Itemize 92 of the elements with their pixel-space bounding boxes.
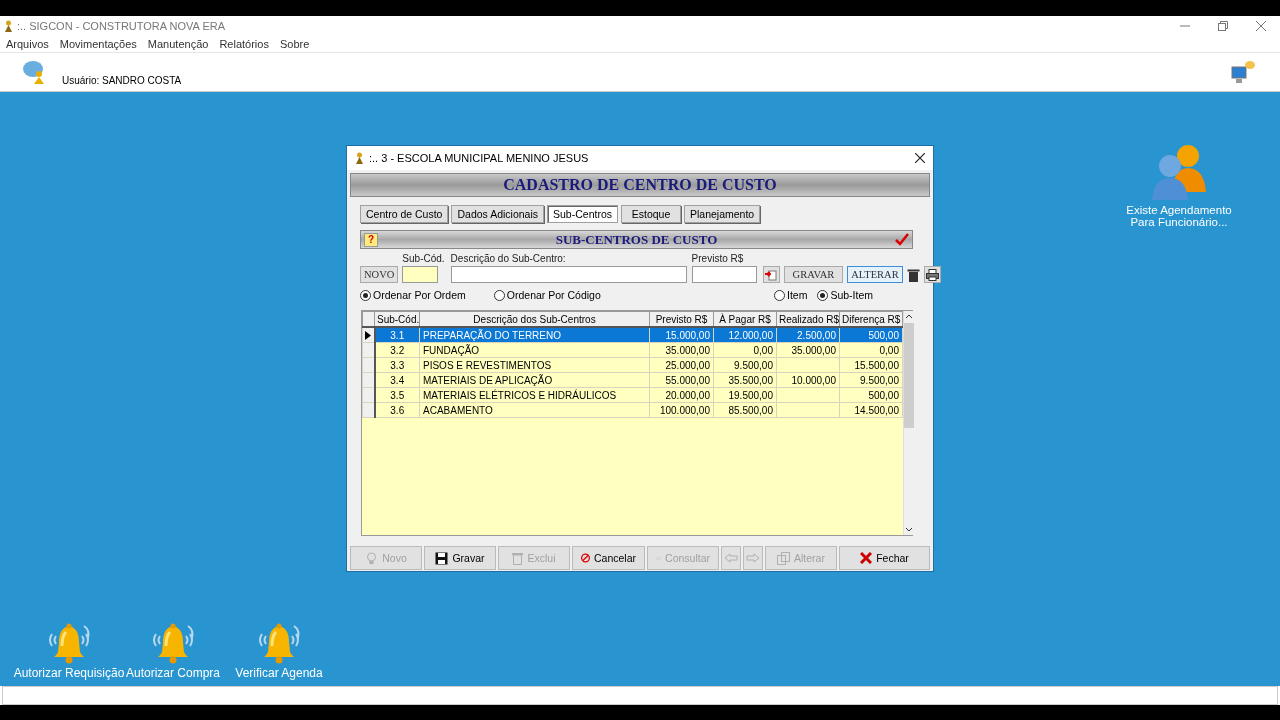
close-icon — [860, 552, 873, 564]
table-cell[interactable]: 3.2 — [374, 342, 420, 358]
checkmark-icon[interactable] — [895, 233, 909, 246]
arrow-right-icon — [746, 553, 760, 563]
monitor-chat-icon[interactable] — [1230, 59, 1256, 85]
field-label: Descrição do Sub-Centro: — [450, 253, 567, 264]
restore-icon[interactable] — [1218, 20, 1228, 31]
trash-icon[interactable] — [906, 268, 920, 283]
column-header[interactable]: À Pagar R$ — [713, 311, 777, 327]
table-cell[interactable]: 20.000,00 — [649, 387, 714, 403]
tab[interactable]: Sub-Centros — [547, 205, 618, 223]
tab[interactable]: Dados Adicionais — [451, 205, 545, 223]
import-icon — [765, 268, 778, 281]
table-cell[interactable]: 55.000,00 — [649, 372, 714, 388]
radio-label: Sub-Item — [830, 289, 873, 301]
menu-item[interactable]: Movimentações — [59, 37, 137, 50]
cancel-button[interactable]: Cancelar — [572, 546, 645, 570]
column-header[interactable]: Descrição dos Sub-Centros — [419, 311, 650, 327]
table-cell[interactable]: 19.500,00 — [713, 387, 777, 403]
printer-icon — [925, 268, 939, 281]
table-cell[interactable]: 35.500,00 — [713, 372, 777, 388]
table-cell[interactable]: 3.5 — [374, 387, 420, 403]
menu-item[interactable]: Manutenção — [147, 37, 209, 50]
table-cell[interactable]: 0,00 — [839, 342, 903, 358]
description-field[interactable] — [450, 266, 687, 283]
save-button[interactable]: GRAVAR — [783, 266, 844, 283]
field-label: Previsto R$ — [691, 253, 745, 264]
table-cell[interactable] — [776, 387, 840, 403]
scrollbar-thumb[interactable] — [904, 323, 914, 428]
dialog-title: :.. 3 - ESCOLA MUNICIPAL MENINO JESUS — [369, 152, 590, 164]
menu-item[interactable]: Sobre — [279, 37, 310, 50]
close-button[interactable]: Fechar — [839, 546, 930, 570]
table-cell[interactable]: FUNDAÇÃO — [419, 342, 650, 358]
radio-button[interactable] — [360, 289, 371, 301]
table-cell[interactable]: MATERIAIS ELÉTRICOS E HIDRÁULICOS — [419, 387, 650, 403]
table-cell[interactable]: PISOS E REVESTIMENTOS — [419, 357, 650, 373]
table-cell[interactable]: 10.000,00 — [776, 372, 840, 388]
user-label: Usuário: SANDRO COSTA — [62, 74, 183, 86]
app-icon — [4, 19, 13, 32]
table-cell[interactable]: 25.000,00 — [649, 357, 714, 373]
code-field[interactable] — [402, 266, 439, 283]
tab[interactable]: Estoque — [621, 205, 681, 223]
column-header[interactable]: Realizado R$ — [776, 311, 840, 327]
table-cell[interactable] — [776, 357, 840, 373]
field-label: Sub-Cód. — [402, 253, 445, 264]
table-cell[interactable]: 100.000,00 — [649, 402, 714, 418]
help-icon[interactable]: ? — [364, 232, 378, 247]
radio-label: Item — [786, 289, 808, 301]
arrow-left-icon — [724, 553, 738, 563]
table-cell[interactable]: 15.500,00 — [839, 357, 903, 373]
column-header[interactable]: Diferença R$ — [839, 311, 903, 327]
radio-button[interactable] — [773, 289, 785, 301]
table-cell[interactable]: 3.4 — [374, 372, 420, 388]
table-cell[interactable]: 9.500,00 — [839, 372, 903, 388]
table-cell[interactable]: 9.500,00 — [713, 357, 777, 373]
section-title: SUB-CENTROS DE CUSTO — [554, 231, 719, 248]
window-title: :.. SIGCON - CONSTRUTORA NOVA ERA — [17, 19, 226, 32]
cancel-icon — [581, 551, 590, 565]
edit-button[interactable]: ALTERAR — [847, 266, 903, 283]
save-button[interactable]: Gravar — [424, 546, 496, 570]
table-cell[interactable]: 3.3 — [374, 357, 420, 373]
tab[interactable]: Centro de Custo — [360, 205, 449, 223]
app-icon — [355, 152, 364, 164]
lightbulb-icon — [365, 551, 379, 565]
table-cell[interactable]: ACABAMENTO — [419, 402, 650, 418]
table-cell[interactable]: 35.000,00 — [776, 342, 840, 358]
column-header[interactable]: Sub-Cód. — [374, 311, 420, 327]
radio-label: Ordenar Por Código — [506, 289, 601, 301]
radio-button[interactable] — [493, 289, 505, 301]
import-button[interactable] — [762, 266, 780, 283]
column-header[interactable]: Previsto R$ — [649, 311, 714, 327]
table-cell[interactable]: MATERIAIS DE APLICAÇÃO — [419, 372, 650, 388]
trash-icon — [512, 551, 524, 565]
row-pointer-icon — [365, 330, 371, 340]
menu-item[interactable]: Arquivos — [6, 37, 49, 50]
close-icon[interactable] — [915, 153, 925, 163]
table-cell[interactable] — [776, 402, 840, 418]
radio-label: Ordenar Por Ordem — [373, 289, 466, 301]
table-cell[interactable]: 14.500,00 — [839, 402, 903, 418]
documents-icon — [777, 551, 791, 565]
table-cell[interactable]: 85.500,00 — [713, 402, 777, 418]
table-cell[interactable]: 500,00 — [839, 387, 903, 403]
radio-button[interactable] — [817, 289, 829, 301]
form-heading: CADASTRO DE CENTRO DE CUSTO — [350, 173, 930, 197]
table-cell[interactable]: 0,00 — [713, 342, 777, 358]
tab[interactable]: Planejamento — [684, 205, 761, 223]
new-button[interactable]: NOVO — [360, 266, 399, 283]
print-button[interactable] — [923, 266, 941, 283]
table-cell[interactable]: 35.000,00 — [649, 342, 714, 358]
amount-field[interactable] — [691, 266, 757, 283]
menu-item[interactable]: Relatórios — [219, 37, 269, 50]
table-cell[interactable]: 3.6 — [374, 402, 420, 418]
